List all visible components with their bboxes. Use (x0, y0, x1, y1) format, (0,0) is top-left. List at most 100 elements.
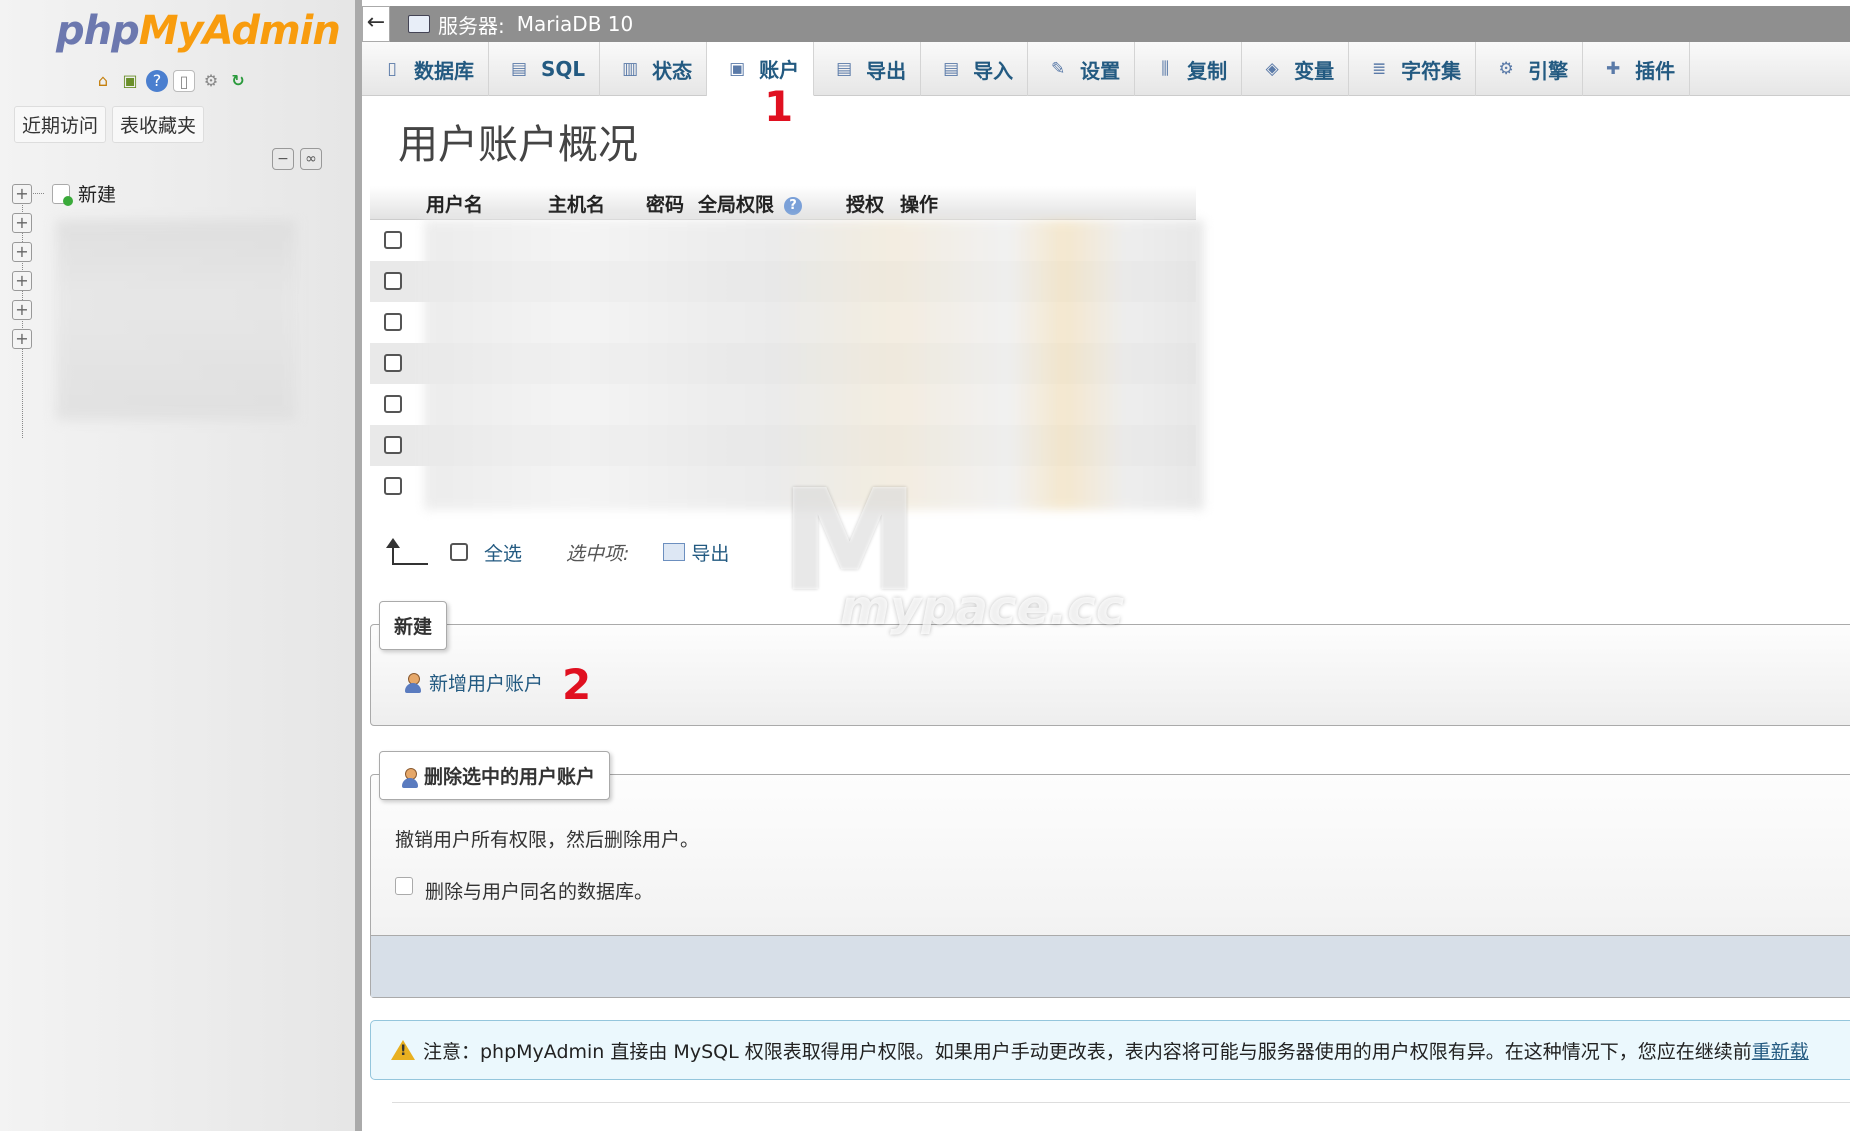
column-username[interactable]: 用户名 (426, 190, 483, 217)
server-breadcrumb: ← 服务器: MariaDB 10 (362, 6, 1850, 42)
delete-actions-bar (371, 935, 1850, 997)
row-checkbox[interactable] (384, 436, 402, 454)
expand-icon[interactable]: + (12, 242, 32, 262)
quick-icons: ⌂ ▣ ? ▯ ⚙ ↻ (92, 70, 249, 92)
charset-icon: ≣ (1372, 59, 1387, 79)
home-icon[interactable]: ⌂ (92, 70, 114, 92)
tab-import[interactable]: ▤ 导入 (921, 42, 1029, 96)
blurred-database-list (56, 220, 296, 420)
user-accounts-table: 用户名 主机名 密码 全局权限? 授权 操作 (370, 186, 1204, 510)
column-global-privileges: 全局权限? (698, 190, 803, 217)
arrow-up-icon (386, 538, 428, 566)
sidebar-tabs: 近期访问 表收藏夹 (14, 106, 205, 143)
column-hostname[interactable]: 主机名 (548, 190, 605, 217)
wrench-icon: ✎ (1051, 59, 1066, 79)
privileges-notice: 注意：phpMyAdmin 直接由 MySQL 权限表取得用户权限。如果用户手动… (370, 1020, 1850, 1080)
blurred-user-data (424, 220, 1204, 510)
status-icon: ▥ (622, 59, 639, 79)
database-icon: ▯ (387, 59, 397, 79)
delete-description: 撤销用户所有权限，然后删除用户。 (395, 829, 700, 851)
database-icon[interactable]: ▣ (119, 70, 141, 92)
export-icon (663, 543, 686, 561)
server-name-link[interactable]: MariaDB 10 (517, 12, 633, 36)
navigation-sidebar: phpMyAdmin ⌂ ▣ ? ▯ ⚙ ↻ 近期访问 表收藏夹 − ∞ 新建 … (0, 0, 362, 1131)
docs-icon[interactable]: ▯ (173, 70, 195, 92)
variables-icon: ◈ (1265, 59, 1279, 79)
tab-sql[interactable]: ▤ SQL (489, 42, 601, 96)
add-user-account-link[interactable]: 新增用户账户 (403, 669, 543, 696)
divider (392, 1102, 1850, 1103)
database-tree: 新建 + + + + + + (12, 180, 332, 440)
replication-icon: ⫼ (1161, 59, 1170, 79)
link-icon[interactable]: ∞ (300, 148, 322, 170)
engine-icon: ⚙ (1498, 59, 1514, 79)
new-legend: 新建 (379, 601, 448, 650)
accounts-icon: ▣ (729, 58, 746, 79)
tree-new-database[interactable]: 新建 (24, 180, 116, 207)
tab-accounts[interactable]: ▣ 账户 (707, 42, 815, 96)
column-password: 密码 (646, 194, 685, 216)
tree-new-label: 新建 (78, 184, 117, 206)
table-body (370, 220, 1204, 510)
tab-databases[interactable]: ▯ 数据库 (362, 42, 489, 96)
expand-icon[interactable]: + (12, 329, 32, 349)
row-checkbox[interactable] (384, 395, 402, 413)
new-user-fieldset: 新建 新增用户账户 (370, 601, 1850, 726)
drop-database-label[interactable]: 删除与用户同名的数据库。 (425, 877, 653, 904)
table-header: 用户名 主机名 密码 全局权限? 授权 操作 (370, 186, 1196, 220)
tab-replication[interactable]: ⫼ 复制 (1135, 42, 1243, 96)
tree-line (22, 202, 23, 438)
annotation-marker-2: 2 (562, 660, 592, 709)
notice-text: 注意：phpMyAdmin 直接由 MySQL 权限表取得用户权限。如果用户手动… (423, 1040, 1752, 1063)
annotation-marker-1: 1 (764, 82, 794, 131)
tab-variables[interactable]: ◈ 变量 (1242, 42, 1350, 96)
tab-engines[interactable]: ⚙ 引擎 (1476, 42, 1584, 96)
export-icon: ▤ (836, 59, 853, 79)
with-selected-bar: 全选 选中项: 导出 (386, 538, 729, 566)
favorites-tab[interactable]: 表收藏夹 (112, 106, 205, 143)
expand-icon[interactable]: + (12, 184, 32, 204)
expand-icon[interactable]: + (12, 300, 32, 320)
server-label: 服务器: (438, 13, 505, 38)
delete-users-fieldset: 删除选中的用户账户 撤销用户所有权限，然后删除用户。 删除与用户同名的数据库。 (370, 751, 1850, 998)
settings-icon[interactable]: ⚙ (200, 70, 222, 92)
help-icon[interactable]: ? (146, 70, 168, 92)
sql-icon: ▤ (510, 59, 528, 79)
tab-export[interactable]: ▤ 导出 (814, 42, 922, 96)
phpmyadmin-logo[interactable]: phpMyAdmin (56, 8, 341, 54)
row-checkbox[interactable] (384, 354, 402, 372)
tab-status[interactable]: ▥ 状态 (600, 42, 708, 96)
expand-icon[interactable]: + (12, 271, 32, 291)
import-icon: ▤ (943, 59, 960, 79)
tab-settings[interactable]: ✎ 设置 (1028, 42, 1136, 96)
check-all-label[interactable]: 全选 (484, 539, 522, 566)
tree-tools: − ∞ (272, 148, 322, 170)
expand-icon[interactable]: + (12, 213, 32, 233)
collapse-all-icon[interactable]: − (272, 148, 294, 170)
warning-icon (391, 1040, 415, 1060)
reload-privileges-link[interactable]: 重新载 (1752, 1037, 1809, 1064)
tab-charsets[interactable]: ≣ 字符集 (1349, 42, 1477, 96)
drop-database-checkbox[interactable] (395, 877, 413, 895)
collapse-sidebar-button[interactable]: ← (362, 6, 390, 42)
new-database-icon (52, 183, 73, 206)
page-title: 用户账户概况 (398, 122, 638, 168)
row-checkbox[interactable] (384, 313, 402, 331)
recent-tab[interactable]: 近期访问 (14, 106, 107, 143)
column-grant: 授权 (846, 194, 885, 216)
reload-icon[interactable]: ↻ (227, 70, 249, 92)
row-checkbox[interactable] (384, 477, 402, 495)
tab-plugins[interactable]: ✚ 插件 (1583, 42, 1691, 96)
top-menu: ▯ 数据库 ▤ SQL ▥ 状态 ▣ 账户 ▤ 导出 ▤ 导入 ✎ 设置 ⫼ 复制 ◈ 变量 ≣ 字… (362, 42, 1850, 96)
help-icon[interactable]: ? (784, 196, 803, 215)
column-action: 操作 (900, 194, 939, 216)
export-selected-button[interactable]: 导出 (691, 539, 729, 566)
with-selected-label: 选中项: (566, 542, 630, 565)
row-checkbox[interactable] (384, 272, 402, 290)
delete-legend: 删除选中的用户账户 (379, 751, 611, 800)
plugin-icon: ✚ (1606, 59, 1621, 79)
check-all-checkbox[interactable] (450, 543, 468, 561)
server-icon (408, 15, 430, 33)
row-checkbox[interactable] (384, 231, 402, 249)
add-user-icon (403, 672, 423, 694)
